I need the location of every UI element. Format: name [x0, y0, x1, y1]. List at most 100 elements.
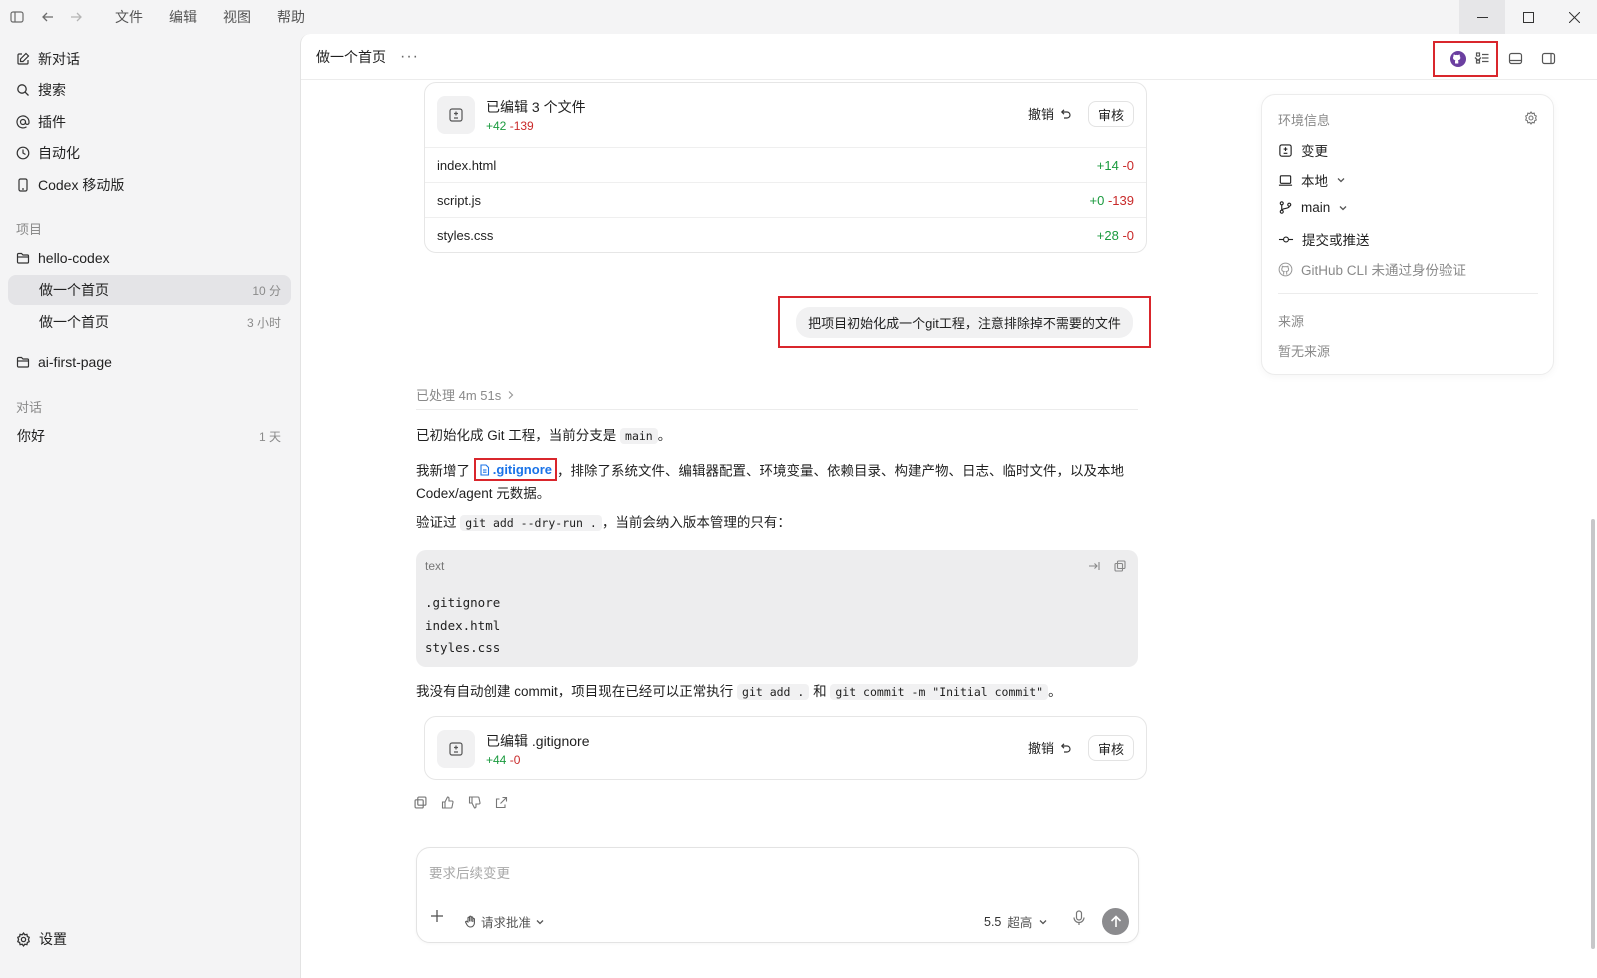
close-window-button[interactable] — [1551, 0, 1597, 34]
diff-icon — [1279, 143, 1292, 157]
processed-toggle[interactable]: 已处理 4m 51s — [416, 385, 515, 404]
chevron-down-icon — [536, 919, 544, 924]
env-github-cli[interactable]: GitHub CLI 未通过身份验证 — [1278, 259, 1466, 279]
clock-icon — [16, 146, 30, 160]
sidebar-toggle-icon[interactable] — [0, 0, 34, 34]
folder-icon — [16, 356, 30, 368]
file-row[interactable]: index.html +14 -0 — [425, 147, 1146, 182]
no-source-label: 暂无来源 — [1278, 344, 1331, 359]
add-attachment-button[interactable] — [429, 908, 445, 924]
env-local[interactable]: 本地 — [1278, 170, 1346, 190]
chevron-right-icon — [508, 390, 514, 399]
plus-icon — [431, 910, 443, 922]
minimize-button[interactable] — [1459, 0, 1505, 34]
share-icon[interactable] — [495, 796, 508, 809]
maximize-button[interactable] — [1505, 0, 1551, 34]
chevron-down-icon — [1337, 178, 1345, 183]
file-icon — [480, 463, 489, 476]
approval-mode-dropdown[interactable]: 请求批准 — [464, 912, 545, 931]
send-button[interactable] — [1102, 908, 1129, 935]
user-message: 把项目初始化成一个git工程，注意排除掉不需要的文件 — [778, 296, 1151, 348]
menu-view[interactable]: 视图 — [210, 0, 264, 34]
projects-section-label: 项目 — [16, 222, 43, 237]
reply-paragraph: 我没有自动创建 commit，项目现在已经可以正常执行 git add . 和 … — [416, 684, 1062, 700]
diff-icon — [437, 730, 475, 768]
page-title: 做一个首页 — [316, 48, 386, 65]
at-icon — [16, 115, 30, 129]
project-hello-codex[interactable]: hello-codex — [16, 246, 110, 270]
conversations-section-label: 对话 — [16, 400, 43, 415]
model-selector[interactable]: 5.5 超高 — [984, 912, 1048, 931]
source-label: 来源 — [1278, 314, 1305, 329]
bottom-panel-icon[interactable] — [1504, 47, 1526, 69]
more-options-button[interactable]: ··· — [400, 48, 419, 66]
scrollbar-thumb[interactable] — [1591, 519, 1595, 949]
sidebar: 新对话 搜索 插件 自动化 Codex 移动版 项目 hello-codex 做… — [0, 34, 300, 978]
gitignore-file-link[interactable]: .gitignore — [473, 458, 557, 481]
undo-icon — [1060, 742, 1071, 753]
search-button[interactable]: 搜索 — [16, 78, 66, 102]
arrow-up-icon — [1110, 915, 1121, 927]
code-language-label: text — [425, 559, 445, 573]
gear-icon — [17, 931, 30, 947]
file-row[interactable]: styles.css +28 -0 — [425, 217, 1146, 252]
automation-button[interactable]: 自动化 — [16, 141, 80, 165]
plugins-button[interactable]: 插件 — [16, 110, 66, 134]
reply-paragraph: 已初始化成 Git 工程，当前分支是 main。 — [416, 428, 672, 444]
composer-input[interactable]: 要求后续变更 — [429, 862, 510, 882]
menu-file[interactable]: 文件 — [102, 0, 156, 34]
conversation-item[interactable]: 你好 1 天 — [8, 421, 291, 451]
env-branch[interactable]: main — [1278, 200, 1348, 215]
diff-stats: +42 -139 — [486, 119, 534, 133]
review-button[interactable]: 审核 — [1087, 101, 1134, 127]
gear-icon — [1525, 111, 1537, 125]
env-title: 环境信息 — [1278, 113, 1331, 128]
edited-gitignore-card: 已编辑 .gitignore +44 -0 撤销 审核 — [424, 716, 1147, 780]
copy-icon[interactable] — [1114, 560, 1126, 572]
undo-button[interactable]: 撤销 — [1028, 104, 1071, 123]
back-arrow-icon[interactable] — [34, 0, 62, 34]
message-actions — [414, 796, 508, 809]
github-icon — [1449, 51, 1466, 67]
env-changes[interactable]: 变更 — [1278, 140, 1328, 160]
thread-item[interactable]: 做一个首页 10 分 — [8, 275, 291, 305]
undo-button[interactable]: 撤销 — [1028, 738, 1071, 757]
github-icon — [1278, 262, 1293, 276]
undo-icon — [1060, 108, 1071, 119]
task-list-icon[interactable] — [1471, 47, 1493, 69]
codex-mobile-button[interactable]: Codex 移动版 — [16, 173, 124, 197]
file-row[interactable]: script.js +0 -139 — [425, 182, 1146, 217]
thumbs-up-icon[interactable] — [441, 796, 454, 809]
project-ai-first-page[interactable]: ai-first-page — [16, 350, 112, 374]
forward-arrow-icon[interactable] — [62, 0, 90, 34]
wrap-icon[interactable] — [1088, 560, 1100, 572]
microphone-button[interactable] — [1072, 910, 1086, 926]
window-controls — [1459, 0, 1597, 34]
review-button[interactable]: 审核 — [1087, 735, 1134, 761]
branch-icon — [1279, 201, 1292, 214]
main-panel: 做一个首页 ··· 已编辑 3 个文件 +42 -139 撤销 审核 index… — [300, 34, 1597, 978]
thumbs-down-icon[interactable] — [468, 796, 481, 809]
new-chat-button[interactable]: 新对话 — [16, 47, 80, 71]
settings-button[interactable]: 设置 — [16, 927, 67, 951]
reply-paragraph: 我新增了 .gitignore ，排除了系统文件、编辑器配置、环境变量、依赖目录、… — [416, 458, 1141, 505]
copy-icon[interactable] — [414, 796, 427, 809]
environment-panel: 环境信息 变更 本地 main 提交或推送 GitHub CLI 未通过身份验证… — [1261, 94, 1554, 375]
commit-icon — [1278, 236, 1294, 242]
chevron-down-icon — [1339, 205, 1347, 210]
divider — [416, 409, 1138, 410]
diff-icon — [437, 96, 475, 134]
divider — [1278, 293, 1538, 294]
menu-help[interactable]: 帮助 — [264, 0, 318, 34]
thread-item[interactable]: 做一个首页 3 小时 — [8, 307, 291, 337]
chat-header: 做一个首页 ··· — [301, 34, 1597, 80]
folder-icon — [16, 252, 30, 264]
right-panel-icon[interactable] — [1537, 47, 1559, 69]
chevron-down-icon — [1039, 919, 1047, 924]
edited-files-card: 已编辑 3 个文件 +42 -139 撤销 审核 index.html +14 … — [424, 82, 1147, 253]
search-icon — [17, 84, 29, 96]
menu-edit[interactable]: 编辑 — [156, 0, 210, 34]
env-commit-push[interactable]: 提交或推送 — [1278, 229, 1370, 249]
env-settings-button[interactable] — [1524, 111, 1538, 125]
title-bar: 文件 编辑 视图 帮助 — [0, 0, 1597, 34]
